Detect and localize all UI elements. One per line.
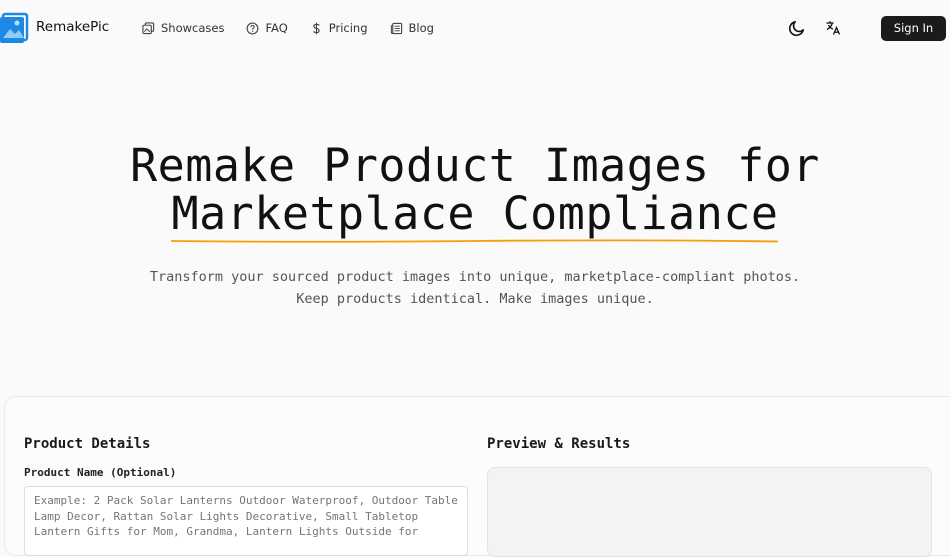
sign-in-button[interactable]: Sign In [881, 15, 946, 41]
hero-title: Remake Product Images for Marketplace Co… [0, 142, 950, 238]
hero-title-line1: Remake Product Images for [130, 139, 820, 192]
preview-area[interactable] [487, 467, 932, 557]
nav-label-showcases: Showcases [161, 21, 225, 35]
logo-icon[interactable] [0, 12, 30, 43]
language-button[interactable] [819, 14, 847, 42]
nav-item-blog[interactable]: Blog [390, 18, 434, 38]
product-name-label: Product Name (Optional) [24, 466, 177, 479]
moon-icon [788, 21, 804, 37]
hero-title-line2: Marketplace Compliance [171, 187, 779, 240]
hero-subtitle-line1: Transform your sourced product images in… [149, 269, 801, 285]
main-nav: Showcases FAQ Pricing Blog [142, 18, 434, 38]
hero-section: Remake Product Images for Marketplace Co… [0, 142, 950, 238]
brand-name[interactable]: RemakePic [36, 19, 109, 35]
nav-item-faq[interactable]: FAQ [246, 18, 288, 38]
hero-title-line2-wrap: Marketplace Compliance [171, 190, 778, 238]
newspaper-icon [390, 22, 402, 34]
theme-toggle-button[interactable] [783, 14, 811, 42]
gallery-icon [142, 21, 155, 34]
nav-item-showcases[interactable]: Showcases [142, 18, 224, 38]
header-actions: Sign In [783, 14, 946, 42]
nav-label-pricing: Pricing [328, 21, 368, 35]
nav-label-faq: FAQ [265, 21, 288, 35]
hero-underline [171, 238, 778, 244]
nav-label-blog: Blog [408, 21, 434, 35]
product-name-input[interactable] [24, 486, 468, 556]
hero-subtitle-line2: Keep products identical. Make images uni… [296, 291, 654, 307]
product-details-title: Product Details [24, 436, 151, 452]
question-circle-icon [247, 22, 259, 34]
preview-results-title: Preview & Results [487, 436, 631, 452]
nav-item-pricing[interactable]: Pricing [310, 18, 368, 38]
dollar-icon [312, 22, 320, 34]
hero-subtitle: Transform your sourced product images in… [0, 266, 950, 310]
translate-icon [826, 21, 841, 35]
top-navbar: RemakePic Showcases FAQ Pricing Blog Sig… [0, 0, 950, 56]
